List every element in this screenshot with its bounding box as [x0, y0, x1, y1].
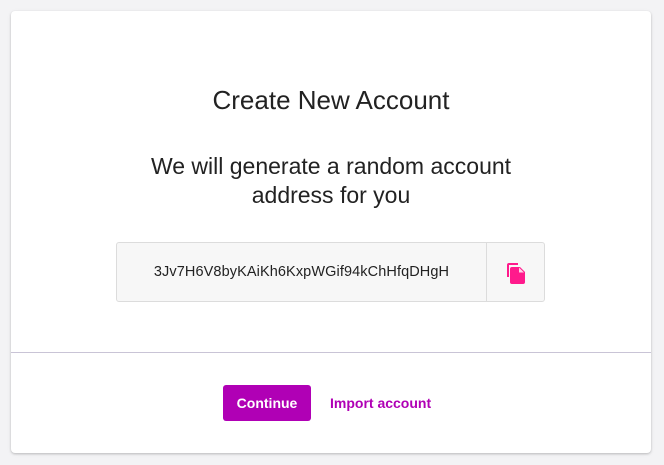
copy-address-button[interactable] [486, 243, 544, 301]
account-address-field: 3Jv7H6V8byKAiKh6KxpWGif94kChHfqDHgH [116, 242, 545, 302]
subtitle-text: We will generate a random account addres… [150, 153, 512, 208]
page-title: Create New Account [212, 85, 450, 115]
account-address-value: 3Jv7H6V8byKAiKh6KxpWGif94kChHfqDHgH [153, 264, 450, 280]
footer-divider [11, 352, 651, 353]
continue-button[interactable]: Continue [223, 385, 311, 421]
copy-icon [506, 263, 525, 284]
create-account-card: Create New Account We will generate a ra… [11, 11, 651, 453]
import-account-link[interactable]: Import account [330, 385, 431, 421]
